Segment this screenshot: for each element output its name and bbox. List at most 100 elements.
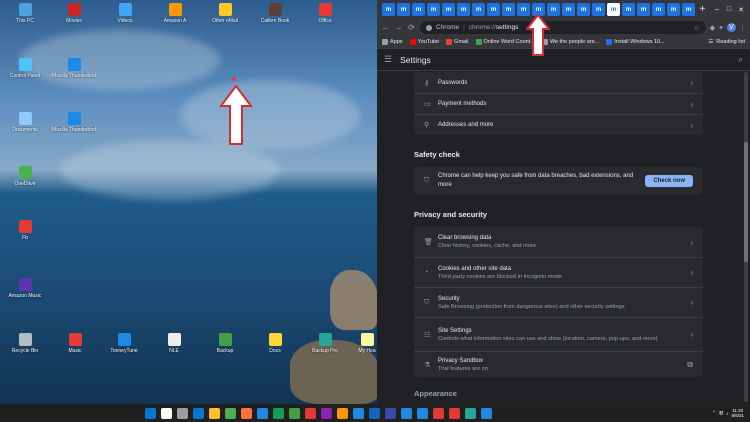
reload-button[interactable]: ⟳ <box>407 23 416 32</box>
browser-tab[interactable]: m <box>562 3 575 16</box>
taskbar-app-icon[interactable] <box>257 407 268 419</box>
taskbar-app-icon[interactable] <box>481 407 492 419</box>
privacy-row[interactable]: ⛉ Security Safe Browsing (protection from … <box>414 287 703 317</box>
star-icon[interactable]: ☆ <box>694 24 700 32</box>
taskbar-app-icon[interactable] <box>177 407 188 419</box>
taskbar-app-icon[interactable] <box>321 407 332 419</box>
privacy-row[interactable]: ◔ Cookies and other site data Third-party … <box>414 257 703 287</box>
browser-tab[interactable]: m <box>607 3 620 16</box>
taskbar-app-icon[interactable] <box>273 407 284 419</box>
desktop-icon[interactable]: Amazon A <box>153 3 197 24</box>
browser-tab[interactable]: m <box>412 3 425 16</box>
desktop-icon[interactable]: Fb <box>3 220 47 241</box>
chevron-up-icon[interactable]: ⌃ <box>712 410 716 416</box>
desktop-icon[interactable]: Control Panel <box>3 58 47 79</box>
desktop-icon[interactable]: Amazon Music <box>3 278 47 299</box>
browser-tab[interactable]: m <box>472 3 485 16</box>
address-bar[interactable]: Chrome | chrome://settings ☆ <box>420 21 706 34</box>
desktop-icon[interactable]: NLE <box>152 333 196 354</box>
desktop-icon[interactable]: TonneyTune <box>102 333 146 354</box>
taskbar-app-icon[interactable] <box>449 407 460 419</box>
minimize-button[interactable]: – <box>712 6 722 13</box>
privacy-row[interactable]: ☷ Site Settings Controls what information … <box>414 317 703 351</box>
clock[interactable]: 11:32 8/5/21 <box>731 408 744 418</box>
taskbar-app-icon[interactable] <box>305 407 316 419</box>
profile-avatar-icon[interactable]: V <box>727 23 736 32</box>
taskbar-app-icon[interactable] <box>241 407 252 419</box>
scrollbar-thumb[interactable] <box>744 142 748 262</box>
taskbar-app-icon[interactable] <box>353 407 364 419</box>
desktop-icon[interactable]: Backup Pro <box>303 333 347 354</box>
desktop-icon[interactable]: Recycle Bin <box>3 333 47 354</box>
privacy-row[interactable]: ⚗ Privacy Sandbox Trial features are on ⧉ <box>414 351 703 377</box>
bookmark-item[interactable]: We the people are... <box>541 39 599 45</box>
new-tab-button[interactable]: + <box>697 4 708 15</box>
desktop-icon[interactable]: Documents <box>3 112 47 133</box>
forward-button[interactable]: → <box>394 23 403 32</box>
browser-tab[interactable]: m <box>667 3 680 16</box>
bookmark-item[interactable]: Gmail <box>446 39 469 45</box>
puzzle-icon[interactable]: ✦ <box>718 24 724 32</box>
search-icon[interactable]: ⌕ <box>739 55 743 65</box>
autofill-row[interactable]: ⚲ Addresses and more › <box>414 114 703 135</box>
taskbar-app-icon[interactable] <box>193 407 204 419</box>
taskbar-app-icon[interactable] <box>161 407 172 419</box>
reading-list-button[interactable]: ☰ Reading list <box>708 39 745 45</box>
browser-tab[interactable]: m <box>487 3 500 16</box>
bookmark-item[interactable]: Install Windows 10... <box>606 39 665 45</box>
browser-tab[interactable]: m <box>622 3 635 16</box>
browser-tab[interactable]: m <box>592 3 605 16</box>
taskbar-app-icon[interactable] <box>337 407 348 419</box>
browser-tab[interactable]: m <box>502 3 515 16</box>
bookmark-item[interactable]: YouTube <box>409 39 439 45</box>
browser-tab[interactable]: m <box>652 3 665 16</box>
close-button[interactable]: ✕ <box>736 6 746 14</box>
desktop-icon[interactable]: Music <box>53 333 97 354</box>
desktop-icon[interactable]: This PC <box>3 3 47 24</box>
autofill-row[interactable]: ▭ Payment methods › <box>414 93 703 114</box>
back-button[interactable]: ← <box>381 23 390 32</box>
privacy-row[interactable]: 🗑 Clear browsing data Clear history, cooki… <box>414 227 703 257</box>
browser-tab[interactable]: m <box>442 3 455 16</box>
taskbar-app-icon[interactable] <box>433 407 444 419</box>
network-icon[interactable]: ▥ <box>719 410 723 416</box>
desktop-icon[interactable]: Backup <box>203 333 247 354</box>
app-icon <box>218 333 232 346</box>
browser-tab[interactable]: m <box>577 3 590 16</box>
taskbar-app-icon[interactable] <box>145 407 156 419</box>
check-now-button[interactable]: Check now <box>645 175 693 187</box>
taskbar-app-icon[interactable] <box>289 407 300 419</box>
autofill-row[interactable]: ⚷ Passwords › <box>414 72 703 93</box>
desktop-icon[interactable]: Videos <box>103 3 147 24</box>
desktop-icon[interactable]: Docs <box>253 333 297 354</box>
taskbar-app-icon[interactable] <box>225 407 236 419</box>
scrollbar[interactable] <box>744 72 748 402</box>
browser-tab[interactable]: m <box>682 3 695 16</box>
browser-tab[interactable]: m <box>427 3 440 16</box>
browser-tab[interactable]: m <box>382 3 395 16</box>
taskbar-app-icon[interactable] <box>401 407 412 419</box>
desktop-icon[interactable]: Other eMail <box>203 3 247 24</box>
volume-icon[interactable]: ♪ <box>726 411 728 416</box>
extension-icon[interactable]: ◆ <box>710 24 715 32</box>
desktop-icon[interactable]: OneDrive <box>3 166 47 187</box>
taskbar-app-icon[interactable] <box>369 407 380 419</box>
taskbar-app-icon[interactable] <box>417 407 428 419</box>
desktop-icon[interactable]: Mozilla Thunderbird <box>52 112 96 133</box>
browser-tab[interactable]: m <box>457 3 470 16</box>
hamburger-menu-icon[interactable]: ☰ <box>384 54 392 65</box>
desktop-icon[interactable]: Office <box>303 3 347 24</box>
taskbar-app-icon[interactable] <box>385 407 396 419</box>
desktop-icon-label: Mozilla Thunderbird <box>52 73 96 79</box>
desktop-icon[interactable]: Calibre Book <box>253 3 297 24</box>
taskbar-app-icon[interactable] <box>465 407 476 419</box>
desktop-icon[interactable]: Movies <box>52 3 96 24</box>
bookmark-item[interactable]: Apps <box>382 39 403 45</box>
taskbar-app-icon[interactable] <box>209 407 220 419</box>
browser-tab[interactable]: m <box>397 3 410 16</box>
coastal-rock <box>330 270 378 330</box>
maximize-button[interactable]: □ <box>724 6 734 13</box>
desktop-icon[interactable]: Mozilla Thunderbird <box>52 58 96 79</box>
browser-tab[interactable]: m <box>637 3 650 16</box>
menu-icon[interactable]: ⋮ <box>739 24 746 32</box>
